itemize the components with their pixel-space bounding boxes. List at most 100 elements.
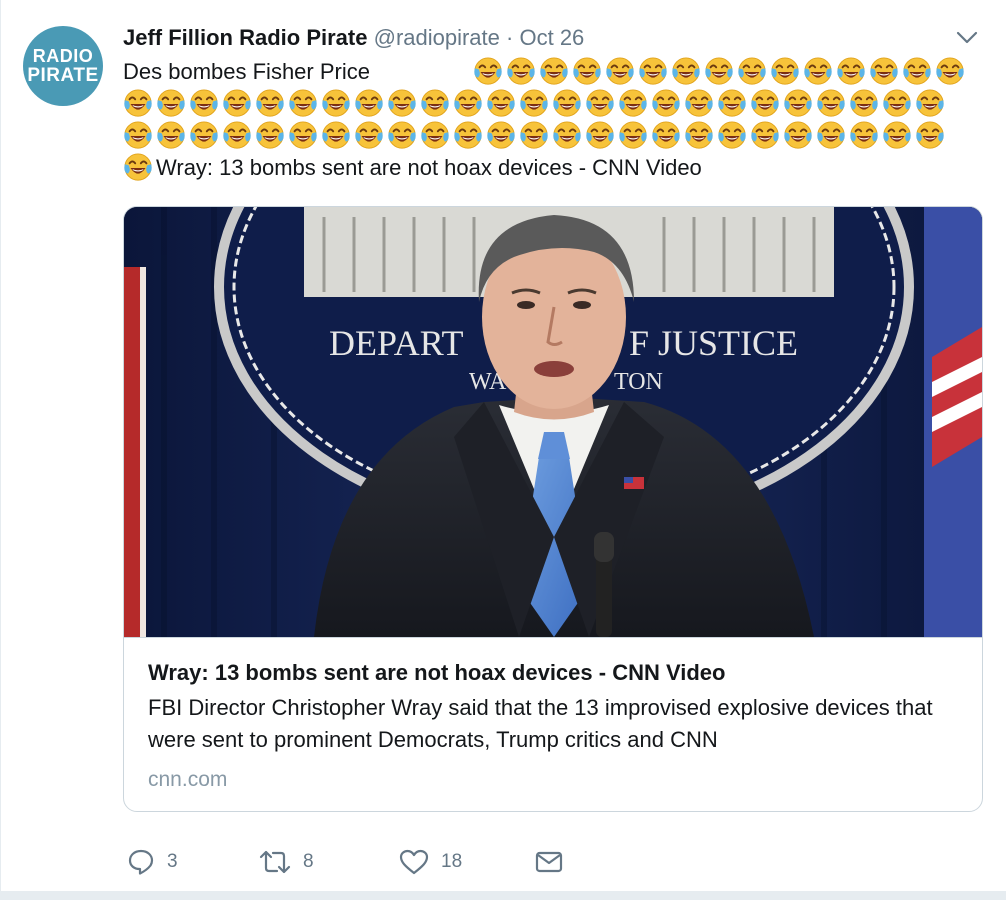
face-with-tears-of-joy-icon [671,57,701,87]
face-with-tears-of-joy-icon [123,89,153,119]
face-with-tears-of-joy-icon [453,121,483,151]
author-handle[interactable]: @radiopirate [374,25,500,50]
face-with-tears-of-joy-icon [354,121,384,151]
face-with-tears-of-joy-icon [473,57,503,87]
face-with-tears-of-joy-icon [189,121,219,151]
face-with-tears-of-joy-icon [869,57,899,87]
timeline-divider [0,892,1006,900]
face-with-tears-of-joy-icon [519,89,549,119]
face-with-tears-of-joy-icon [651,89,681,119]
face-with-tears-of-joy-icon [803,57,833,87]
avatar-text-line2: PIRATE [27,65,99,86]
face-with-tears-of-joy-icon [783,121,813,151]
retweet-count: 8 [303,851,314,872]
face-with-tears-of-joy-icon [123,121,153,151]
separator-dot: · [506,25,514,50]
link-card[interactable]: DEPART F JUSTICE WA TON Wray: 13 bombs s… [123,206,983,812]
face-with-tears-of-joy-icon [915,89,945,119]
face-with-tears-of-joy-icon [354,89,384,119]
face-with-tears-of-joy-icon [717,89,747,119]
chevron-down-icon[interactable] [956,30,978,46]
face-with-tears-of-joy-icon [704,57,734,87]
envelope-icon [535,851,563,873]
face-with-tears-of-joy-icon [420,89,450,119]
face-with-tears-of-joy-icon [618,89,648,119]
avatar[interactable]: RADIO PIRATE [23,26,103,106]
face-with-tears-of-joy-icon [836,57,866,87]
face-with-tears-of-joy-icon [915,121,945,151]
reply-count: 3 [167,851,178,872]
face-with-tears-of-joy-icon [387,89,417,119]
emoji-row [473,57,968,87]
tweet-actions: 3 8 18 [123,844,983,880]
face-with-tears-of-joy-icon [684,121,714,151]
face-with-tears-of-joy-icon [552,121,582,151]
face-with-tears-of-joy-icon [783,89,813,119]
face-with-tears-of-joy-icon [585,121,615,151]
face-with-tears-of-joy-icon [572,57,602,87]
face-with-tears-of-joy-icon [387,121,417,151]
emoji-row [123,153,156,183]
seal-text-sub-right: TON [614,369,663,395]
face-with-tears-of-joy-icon [816,89,846,119]
face-with-tears-of-joy-icon [605,57,635,87]
face-with-tears-of-joy-icon [539,57,569,87]
tweet-date[interactable]: Oct 26 [519,25,584,50]
face-with-tears-of-joy-icon [882,121,912,151]
tweet-header: Jeff Fillion Radio Pirate @radiopirate ·… [123,24,584,52]
face-with-tears-of-joy-icon [638,57,668,87]
face-with-tears-of-joy-icon [222,121,252,151]
card-image[interactable]: DEPART F JUSTICE WA TON [124,207,982,637]
face-with-tears-of-joy-icon [486,89,516,119]
face-with-tears-of-joy-icon [156,89,186,119]
retweet-button[interactable]: 8 [259,844,314,880]
face-with-tears-of-joy-icon [255,89,285,119]
heart-icon [399,849,429,875]
face-with-tears-of-joy-icon [321,89,351,119]
seal-text-left: DEPART [329,323,464,363]
tweet-text-line: Des bombes Fisher Price [123,56,983,88]
tweet-text-line [123,120,983,152]
face-with-tears-of-joy-icon [902,57,932,87]
face-with-tears-of-joy-icon [717,121,747,151]
tweet-text-headline: Wray: 13 bombs sent are not hoax devices… [156,155,702,180]
tweet-text: Des bombes Fisher Price Wray: 13 bombs s… [123,56,983,184]
face-with-tears-of-joy-icon [737,57,767,87]
reply-button[interactable]: 3 [127,844,178,880]
like-count: 18 [441,851,463,872]
card-domain: cnn.com [148,768,228,791]
face-with-tears-of-joy-icon [189,89,219,119]
card-title[interactable]: Wray: 13 bombs sent are not hoax devices… [148,658,958,688]
face-with-tears-of-joy-icon [288,89,318,119]
tweet[interactable]: RADIO PIRATE Jeff Fillion Radio Pirate @… [0,0,1006,892]
face-with-tears-of-joy-icon [849,121,879,151]
reply-icon [128,849,154,875]
tweet-text-intro: Des bombes Fisher Price [123,59,370,84]
face-with-tears-of-joy-icon [750,89,780,119]
face-with-tears-of-joy-icon [849,89,879,119]
face-with-tears-of-joy-icon [882,89,912,119]
face-with-tears-of-joy-icon [486,121,516,151]
face-with-tears-of-joy-icon [420,121,450,151]
face-with-tears-of-joy-icon [816,121,846,151]
face-with-tears-of-joy-icon [585,89,615,119]
face-with-tears-of-joy-icon [288,121,318,151]
seal-text-right: F JUSTICE [629,323,798,363]
emoji-row [123,89,948,119]
like-button[interactable]: 18 [399,844,462,880]
emoji-row [123,121,948,151]
tweet-text-line [123,88,983,120]
card-image-art: DEPART F JUSTICE WA TON [124,207,982,637]
face-with-tears-of-joy-icon [750,121,780,151]
face-with-tears-of-joy-icon [651,121,681,151]
author-name[interactable]: Jeff Fillion Radio Pirate [123,25,367,50]
face-with-tears-of-joy-icon [222,89,252,119]
face-with-tears-of-joy-icon [519,121,549,151]
card-body[interactable]: Wray: 13 bombs sent are not hoax devices… [124,637,982,811]
face-with-tears-of-joy-icon [618,121,648,151]
direct-message-button[interactable] [535,844,563,880]
face-with-tears-of-joy-icon [156,121,186,151]
face-with-tears-of-joy-icon [506,57,536,87]
face-with-tears-of-joy-icon [935,57,965,87]
face-with-tears-of-joy-icon [552,89,582,119]
